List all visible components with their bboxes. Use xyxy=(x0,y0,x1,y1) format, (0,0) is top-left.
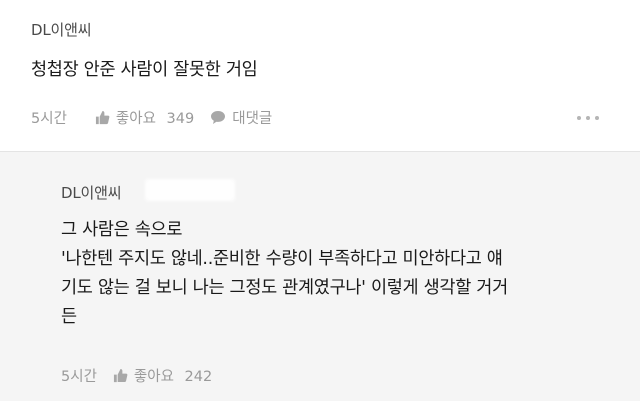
like-button[interactable]: 좋아요 242 xyxy=(134,365,212,386)
speech-bubble-icon[interactable] xyxy=(210,110,226,125)
reply-text-line: 기도 않는 걸 보니 나는 그정도 관계였구나' 이렇게 생각할 거거 xyxy=(61,278,508,298)
comment-text: 청첩장 안준 사람이 잘못한 거임 xyxy=(31,60,258,80)
reply-meta: 5시간 좋아요 242 xyxy=(61,365,212,386)
reply-text-line: 그 사람은 속으로 xyxy=(61,220,183,240)
comment-author[interactable]: DL이앤씨 xyxy=(31,19,92,40)
reply-text: 그 사람은 속으로 '나한텐 주지도 않네..준비한 수량이 부족하다고 미안하… xyxy=(61,216,631,332)
reply-card: DL이앤씨 그 사람은 속으로 '나한텐 주지도 않네..준비한 수량이 부족하… xyxy=(0,152,640,401)
thumbs-up-icon[interactable] xyxy=(113,368,128,383)
reply-button[interactable]: 대댓글 xyxy=(232,107,272,128)
comment-meta: 5시간 좋아요 349 대댓글 xyxy=(31,107,272,128)
like-label: 좋아요 xyxy=(133,369,174,385)
like-button[interactable]: 좋아요 349 xyxy=(116,107,194,128)
author-badge-redacted xyxy=(104,17,130,39)
comment-time: 5시간 xyxy=(31,111,67,127)
author-badge-redacted xyxy=(145,179,235,201)
like-count: 242 xyxy=(184,369,213,385)
reply-text-line: '나한텐 주지도 않네..준비한 수량이 부족하다고 미안하다고 얘 xyxy=(61,249,503,269)
reply-author[interactable]: DL이앤씨 xyxy=(61,182,122,203)
reply-time: 5시간 xyxy=(61,369,97,385)
comment-card: DL이앤씨 청첩장 안준 사람이 잘못한 거임 5시간 좋아요 349 대댓글 xyxy=(0,0,640,151)
thumbs-up-icon[interactable] xyxy=(95,110,110,125)
reply-text-line: 든 xyxy=(61,307,77,327)
more-options-icon[interactable] xyxy=(577,116,599,120)
like-label: 좋아요 xyxy=(115,111,156,127)
like-count: 349 xyxy=(166,111,195,127)
